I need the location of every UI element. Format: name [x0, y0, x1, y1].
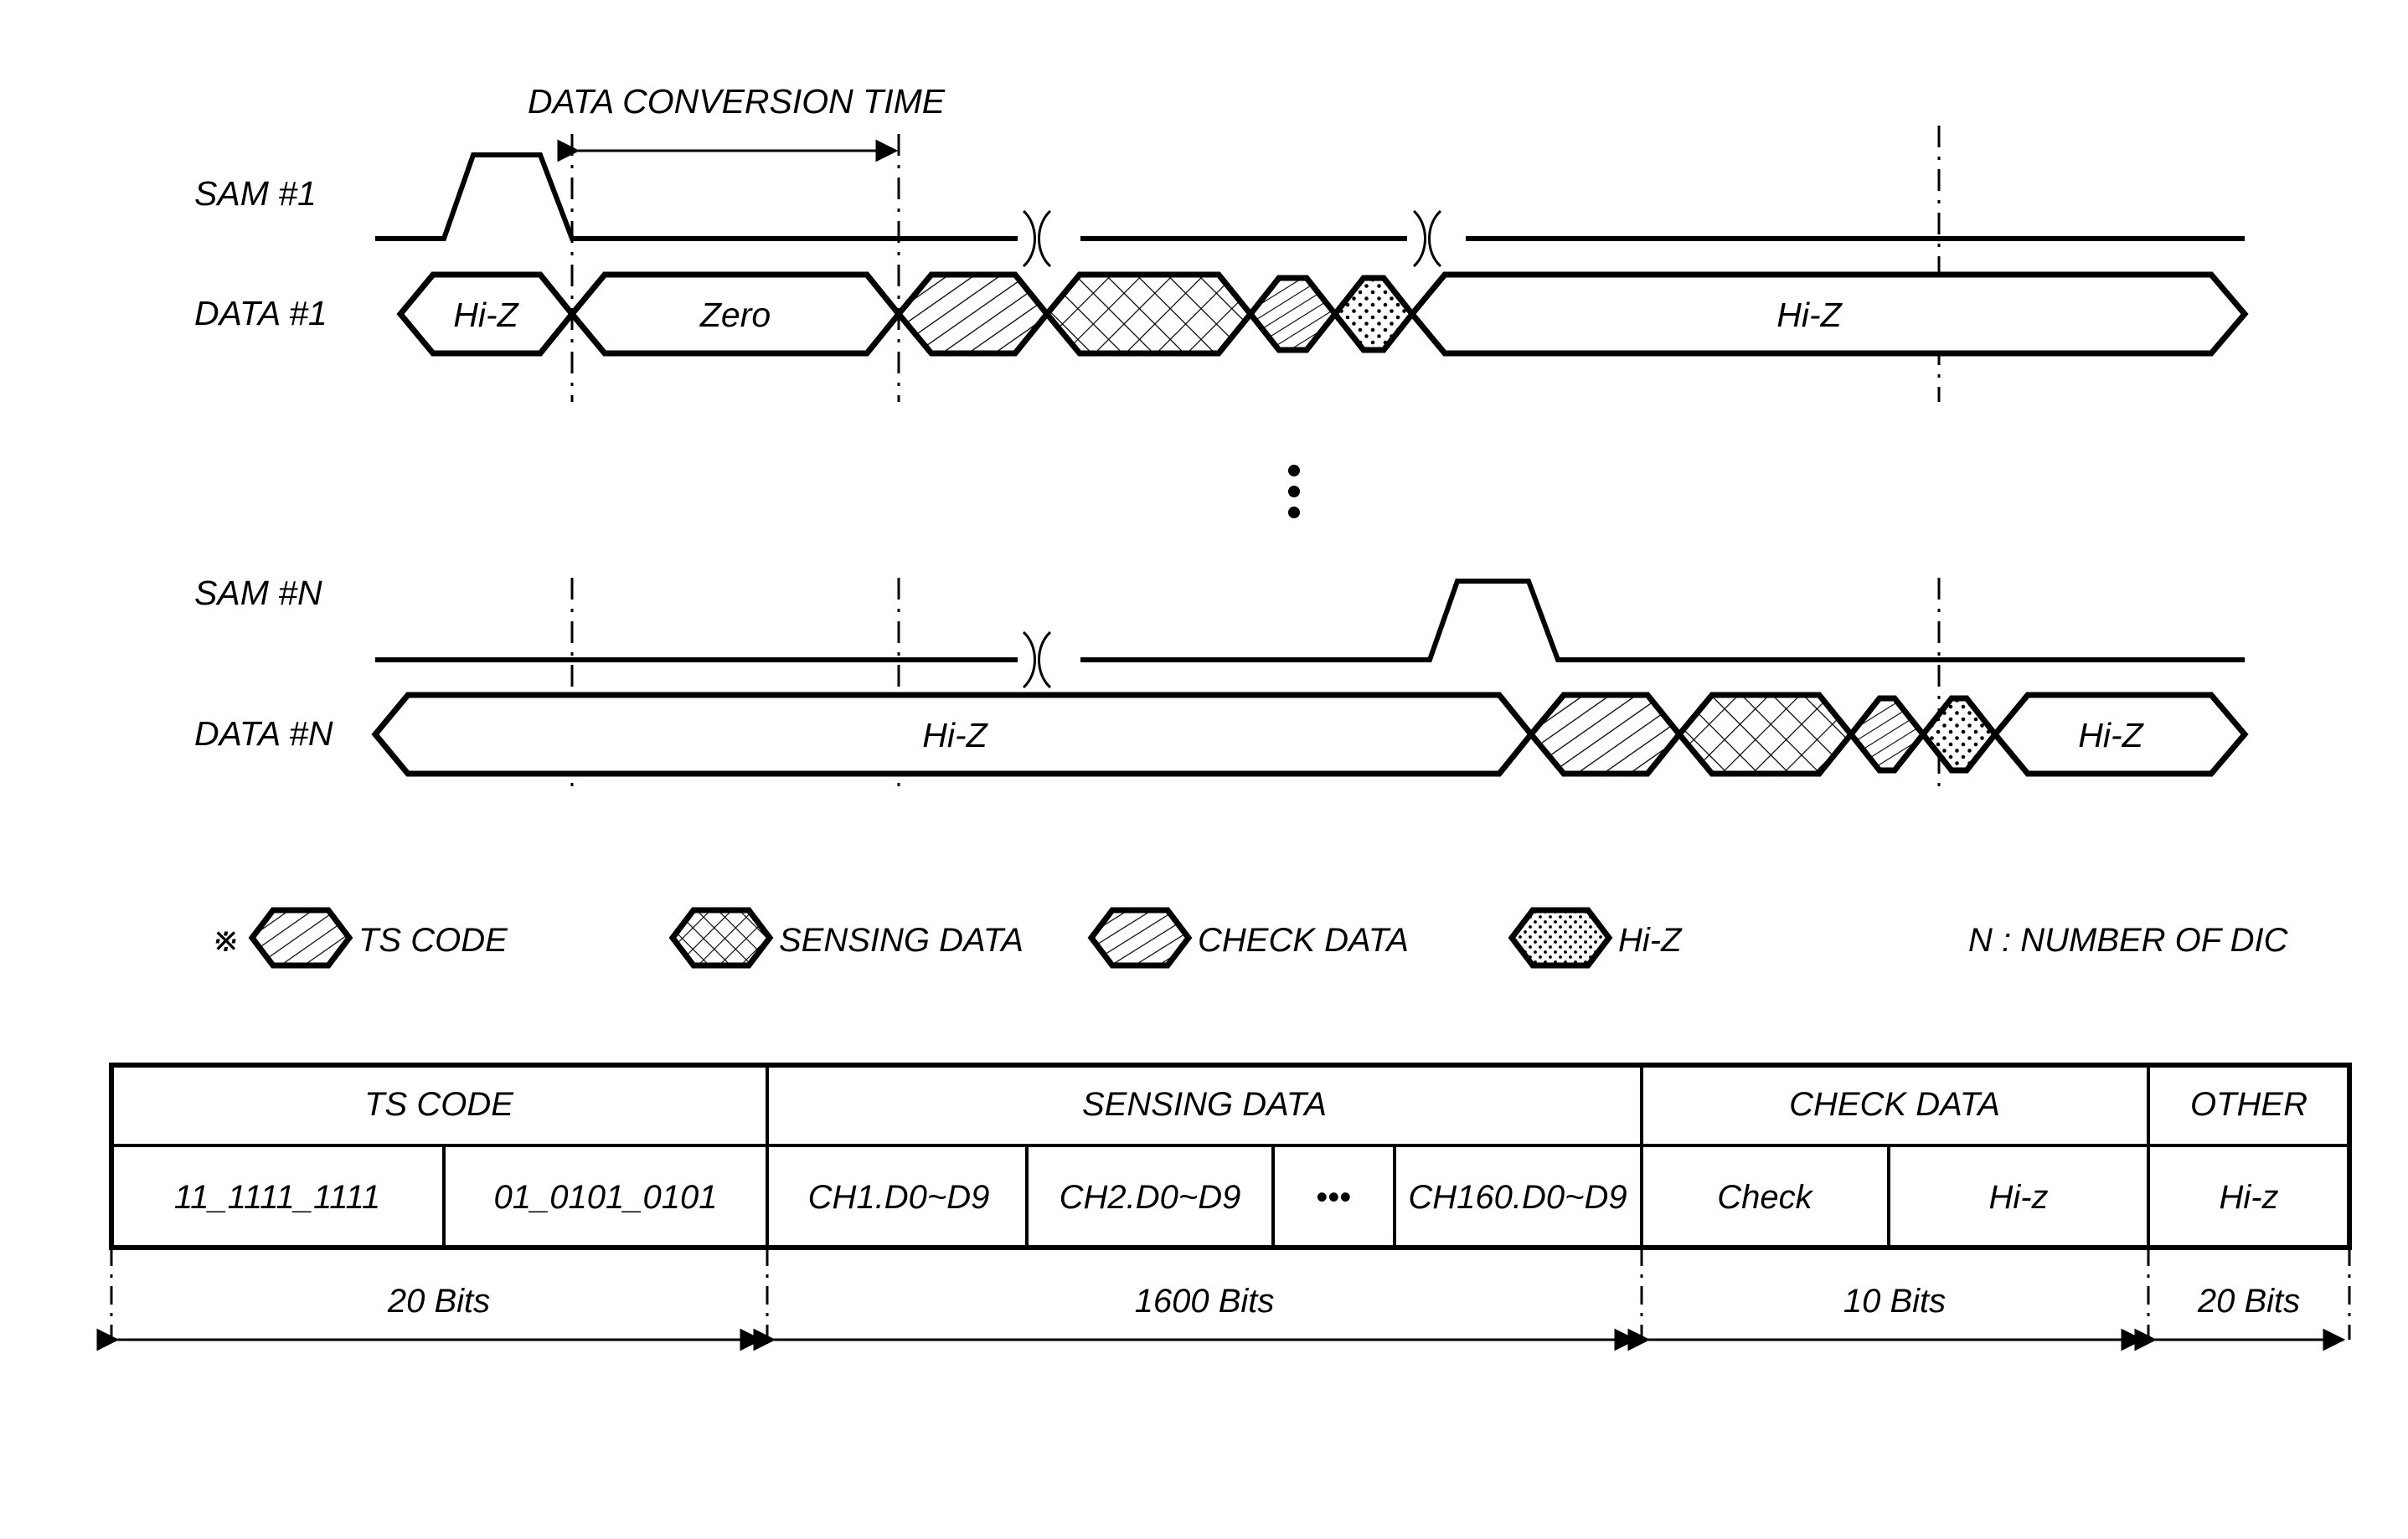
table-cell-6: Check [1717, 1179, 1813, 1216]
sam1-label: SAM #1 [194, 174, 317, 213]
dataN-seg-hi-z-1-label: Hi-Z [922, 716, 988, 754]
bits-label-1: 1600 Bits [1135, 1283, 1275, 1320]
legend-marker-icon: ※ [212, 922, 240, 959]
table-cell-5: CH160.D0~D9 [1408, 1179, 1627, 1216]
table-cell-3: CH2.D0~D9 [1060, 1179, 1241, 1216]
break-symbol-sam1-a [1022, 209, 1052, 268]
data1-seg-hi-z-dots [1331, 275, 1416, 353]
legend-label-sensing-data: SENSING DATA [779, 922, 1024, 959]
dataN-label: DATA #N [194, 714, 333, 753]
timing-diagram: DATA CONVERSION TIME SAM #1 DATA #1 Hi-Z [96, 82, 2352, 1351]
legend-label-ts-code: TS CODE [358, 922, 508, 959]
dataN-row: DATA #N Hi-Z Hi-Z [194, 692, 2249, 777]
dataN-seg-hi-z-2-label: Hi-Z [2078, 716, 2144, 754]
samN-waveform [1080, 579, 2245, 662]
dataN-seg-hi-z-dots [1919, 695, 1999, 774]
samN-row: SAM #N [194, 574, 2245, 689]
legend-label-hi-z: Hi-Z [1618, 922, 1683, 959]
data-conversion-time-annotation: DATA CONVERSION TIME [528, 82, 946, 162]
data1-seg-check-data [1246, 275, 1339, 353]
table-cell-2: CH1.D0~D9 [808, 1179, 990, 1216]
vertical-ellipsis [1288, 465, 1300, 518]
data-conversion-time-label: DATA CONVERSION TIME [528, 82, 946, 121]
table-header-check-data: CHECK DATA [1789, 1086, 2000, 1123]
data1-seg-hi-z-1-label: Hi-Z [453, 296, 519, 334]
table-cell-0: 11_1111_1111 [174, 1179, 380, 1216]
data1-label: DATA #1 [194, 294, 327, 332]
bits-label-0: 20 Bits [387, 1283, 490, 1320]
data1-row: DATA #1 Hi-Z Zero Hi-Z [194, 271, 2249, 357]
samN-label: SAM #N [194, 574, 322, 612]
table-header-other: OTHER [2190, 1086, 2307, 1123]
table-header-ts-code: TS CODE [364, 1086, 514, 1123]
table-cell-ellipsis: ••• [1316, 1179, 1351, 1216]
bits-label-3: 20 Bits [2197, 1283, 2300, 1320]
figure-canvas: DATA CONVERSION TIME SAM #1 DATA #1 Hi-Z [0, 0, 2408, 1539]
dataN-seg-sensing-data [1675, 692, 1855, 777]
legend-swatch-ts-code [248, 907, 353, 969]
legend-swatch-sensing-data [668, 907, 774, 969]
sam1-row: SAM #1 [194, 152, 2245, 268]
dataN-seg-check-data [1847, 695, 1927, 774]
legend-swatch-check-data [1087, 907, 1193, 969]
bits-label-2: 10 Bits [1843, 1283, 1946, 1320]
data1-seg-hi-z-2-label: Hi-Z [1776, 296, 1843, 334]
data1-seg-sensing-data [1043, 271, 1255, 357]
table-cell-7: Hi-z [1988, 1179, 2048, 1216]
dataN-seg-ts-code [1527, 692, 1684, 777]
legend-label-check-data: CHECK DATA [1198, 922, 1409, 959]
break-symbol-samN [1022, 631, 1052, 689]
sam1-waveform [375, 152, 1018, 241]
table-header-sensing-data: SENSING DATA [1082, 1086, 1327, 1123]
data1-seg-zero-label: Zero [699, 296, 771, 334]
table-cell-1: 01_0101_0101 [494, 1179, 718, 1216]
table-cell-8: Hi-z [2219, 1179, 2278, 1216]
legend-swatch-hi-z [1508, 907, 1613, 969]
legend-note: N : NUMBER OF DIC [1968, 922, 2289, 959]
data1-seg-ts-code [895, 271, 1051, 357]
legend: ※ TS CODE SENSING DATA CHECK DATA Hi-Z N… [212, 907, 2289, 969]
break-symbol-sam1-b [1412, 209, 1442, 268]
bitfield-table: TS CODE SENSING DATA CHECK DATA OTHER 11… [96, 1063, 2352, 1351]
